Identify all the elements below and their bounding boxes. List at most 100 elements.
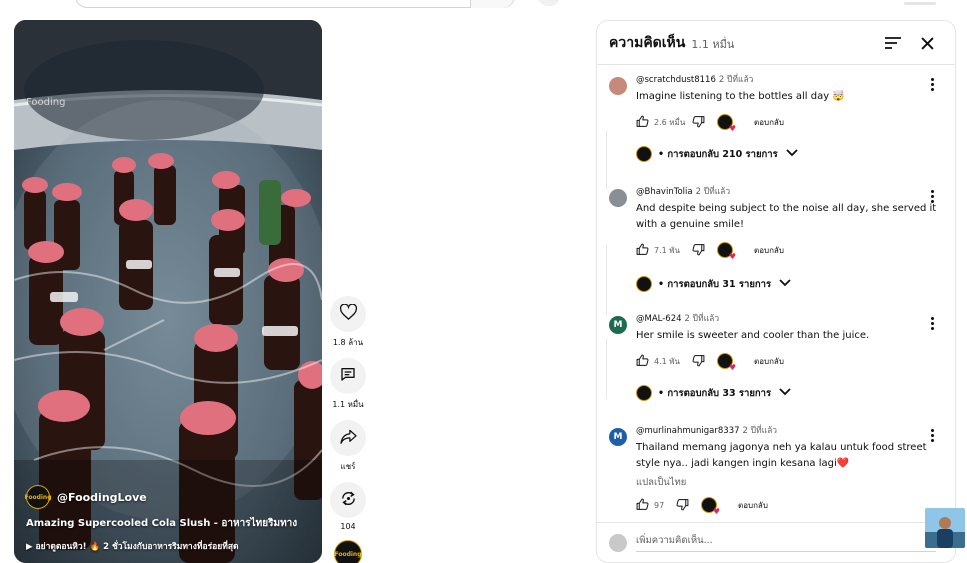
more-vert-icon[interactable] <box>925 314 939 332</box>
reply-button[interactable]: ตอบกลับ <box>738 499 768 512</box>
channel-avatar-small[interactable]: Fooding <box>334 540 362 563</box>
comment-thread: M @MAL-624 2 ปีที่แล้ว Her smile is sweet… <box>609 314 939 401</box>
comment-author[interactable]: @scratchdust8116 <box>636 75 716 85</box>
remix-action: 104 <box>328 482 368 531</box>
comment-text: And despite being subject to the noise a… <box>636 203 937 230</box>
thumb-up-icon[interactable] <box>636 241 649 260</box>
commenter-avatar[interactable] <box>609 77 627 95</box>
remix-count: 104 <box>340 522 356 531</box>
comment-time[interactable]: 2 ปีที่แล้ว <box>743 426 778 436</box>
comment-time[interactable]: 2 ปีที่แล้ว <box>696 187 731 197</box>
comment-count: 1.1 หมื่น <box>332 400 364 409</box>
search-button[interactable] <box>470 0 514 8</box>
close-icon[interactable] <box>917 33 937 53</box>
replies-count: • การตอบกลับ 33 รายการ <box>658 387 772 399</box>
comment-actions: 97 ♥ ตอบกลับ <box>636 496 939 516</box>
chevron-down-icon <box>786 148 798 160</box>
channel-row: Fooding @FoodingLove <box>24 485 147 509</box>
creator-avatar <box>636 276 652 292</box>
share-button[interactable] <box>330 420 366 456</box>
remix-button[interactable] <box>330 482 366 518</box>
creator-heart-badge: ♥ <box>717 114 736 133</box>
comment-time[interactable]: 2 ปีที่แล้ว <box>719 75 754 85</box>
like-count: 4.1 พัน <box>654 356 681 366</box>
comment-author[interactable]: @MAL-624 <box>636 314 682 324</box>
creator-avatar <box>636 385 652 401</box>
comment-text: Thailand memang jagonya neh ya kalau unt… <box>636 442 927 469</box>
thumb-up-icon[interactable] <box>636 113 649 132</box>
share-label: แชร์ <box>340 462 356 471</box>
user-thumbnail[interactable] <box>925 508 965 548</box>
translate-link[interactable]: แปลเป็นไทย <box>636 475 939 490</box>
channel-avatar[interactable]: Fooding <box>24 485 52 509</box>
more-vert-icon[interactable] <box>925 426 939 444</box>
heart-icon: ♥ <box>712 507 720 516</box>
like-count: 1.8 ล้าน <box>332 338 364 347</box>
like-action: 1.8 ล้าน <box>328 296 368 349</box>
commenter-avatar[interactable]: M <box>609 316 627 334</box>
comment-thread: @scratchdust8116 2 ปีที่แล้ว Imagine list… <box>609 75 939 162</box>
channel-name[interactable]: @FoodingLove <box>57 491 147 504</box>
comment-text: Her smile is sweeter and cooler than the… <box>636 330 870 341</box>
sort-icon[interactable] <box>883 33 903 53</box>
reply-button[interactable]: ตอบกลับ <box>754 355 784 368</box>
heart-icon <box>339 303 357 324</box>
comment-actions: 4.1 พัน ♥ ตอบกลับ <box>636 352 939 372</box>
like-count: 97 <box>654 500 665 510</box>
thumb-down-icon[interactable] <box>692 113 705 132</box>
view-replies-button[interactable]: • การตอบกลับ 210 รายการ <box>636 146 939 162</box>
shorts-actions: 1.8 ล้าน 1.1 หมื่น แชร์ 104 Fooding <box>328 296 368 563</box>
comment-author[interactable]: @murlinahmunigar8337 <box>636 426 740 436</box>
comments-title: ความคิดเห็น <box>609 34 686 51</box>
user-thumbnail-image <box>925 508 965 548</box>
add-comment-bar: เพิ่มความคิดเห็น... <box>597 522 955 562</box>
share-action: แชร์ <box>328 420 368 473</box>
chevron-down-icon <box>779 278 791 290</box>
more-vert-icon[interactable] <box>925 75 939 93</box>
view-replies-button[interactable]: • การตอบกลับ 33 รายการ <box>636 385 939 401</box>
comment-thread: @BhavinTolia 2 ปีที่แล้ว And despite bein… <box>609 187 939 292</box>
reply-button[interactable]: ตอบกลับ <box>754 244 784 257</box>
thread-line <box>606 131 607 189</box>
playlist-text: ▶ อย่าดูตอนหิว! 🔥 2 ชั่วโมงกับอาหารริมทา… <box>26 542 239 552</box>
creator-heart-badge: ♥ <box>701 497 720 516</box>
like-count: 7.1 พัน <box>654 245 681 255</box>
thumb-down-icon[interactable] <box>692 241 705 260</box>
share-icon <box>339 429 357 448</box>
search-bar[interactable] <box>75 0 515 8</box>
comment-author[interactable]: @BhavinTolia <box>636 187 693 197</box>
creator-heart-badge: ♥ <box>717 353 736 372</box>
thumb-down-icon[interactable] <box>676 496 689 515</box>
comments-count: 1.1 หมื่น <box>691 37 735 51</box>
thumb-up-icon[interactable] <box>636 352 649 371</box>
comment-button[interactable] <box>330 358 366 394</box>
reply-button[interactable]: ตอบกลับ <box>754 116 784 129</box>
comment-action: 1.1 หมื่น <box>328 358 368 411</box>
video-watermark: Fooding <box>26 97 66 108</box>
creator-heart-badge: ♥ <box>717 242 736 261</box>
commenter-avatar[interactable]: M <box>609 428 627 446</box>
replies-count: • การตอบกลับ 31 รายการ <box>658 278 772 290</box>
heart-icon: ♥ <box>728 252 736 261</box>
thumb-up-icon[interactable] <box>636 496 649 515</box>
voice-search-button[interactable] <box>538 0 560 6</box>
thread-line <box>606 339 607 399</box>
commenter-avatar[interactable] <box>609 189 627 207</box>
more-vert-icon[interactable] <box>925 187 939 205</box>
comment-thread: M @murlinahmunigar8337 2 ปีที่แล้ว Thaila… <box>609 426 939 516</box>
comment-time[interactable]: 2 ปีที่แล้ว <box>685 314 720 324</box>
view-replies-button[interactable]: • การตอบกลับ 31 รายการ <box>636 276 939 292</box>
remix-icon <box>340 490 357 511</box>
comment-actions: 7.1 พัน ♥ ตอบกลับ <box>636 241 939 261</box>
comments-panel: ความคิดเห็น 1.1 หมื่น @scratchdust8116 2 … <box>596 20 956 563</box>
add-comment-input[interactable]: เพิ่มความคิดเห็น... <box>636 533 936 552</box>
replies-count: • การตอบกลับ 210 รายการ <box>658 148 778 160</box>
like-button[interactable] <box>330 296 366 332</box>
header-divider <box>904 2 936 5</box>
playlist-link[interactable]: ▶ อย่าดูตอนหิว! 🔥 2 ชั่วโมงกับอาหารริมทา… <box>26 539 239 553</box>
thumb-down-icon[interactable] <box>692 352 705 371</box>
thread-line <box>606 245 607 315</box>
video-title[interactable]: Amazing Supercooled Cola Slush - อาหารไท… <box>26 516 297 531</box>
shorts-video-player[interactable]: Fooding Fooding @FoodingLove Amazing Sup… <box>14 20 322 563</box>
heart-icon: ♥ <box>728 124 736 133</box>
